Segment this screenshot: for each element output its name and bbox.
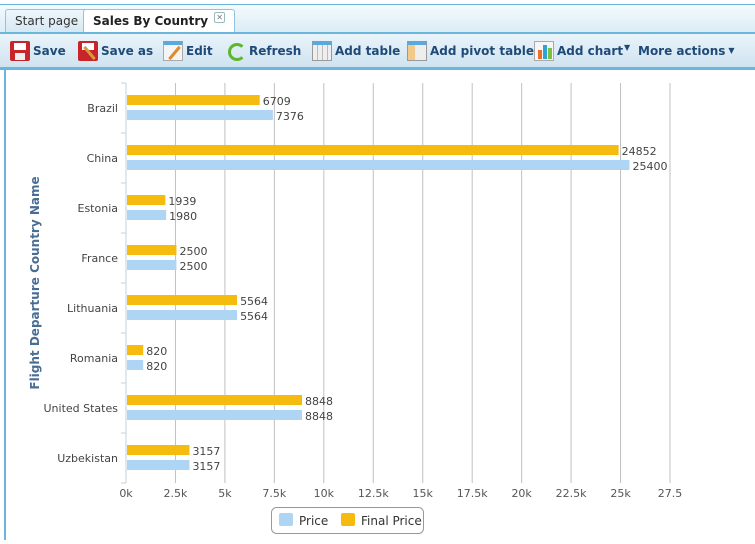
category-label: United States — [44, 402, 119, 415]
data-label: 1980 — [169, 210, 197, 223]
table-icon — [312, 41, 332, 61]
bar-final-price — [127, 245, 177, 255]
x-tick-label: 7.5k — [262, 487, 286, 500]
tab-label: Sales By Country — [93, 14, 209, 28]
x-tick-label: 5k — [218, 487, 232, 500]
save-as-button[interactable]: Save as — [78, 41, 153, 61]
save-as-label: Save as — [101, 44, 154, 58]
bar-price — [127, 360, 144, 370]
chart-panel: Flight Departure Country Name 0k 2.5k 5k 7.… — [4, 68, 755, 540]
add-table-label: Add table — [335, 44, 401, 58]
bar-final-price — [127, 445, 190, 455]
bar-price — [127, 160, 630, 170]
x-tick-label: 22.5k — [556, 487, 587, 500]
refresh-label: Refresh — [249, 44, 302, 58]
category-label: Uzbekistan — [57, 452, 118, 465]
category-label: Brazil — [87, 102, 118, 115]
save-label: Save — [33, 44, 66, 58]
data-label: 5564 — [240, 295, 268, 308]
toolbar: Save Save as Edit Refresh Add table Add … — [0, 32, 755, 70]
bar-final-price — [127, 295, 238, 305]
data-label: 2500 — [179, 245, 207, 258]
x-tick-label: 15k — [413, 487, 434, 500]
x-tick-label: 27.5 — [658, 487, 683, 500]
category-label: China — [87, 152, 118, 165]
tab-sales-by-country[interactable]: Sales By Country ✕ — [83, 9, 236, 33]
data-label: 820 — [146, 360, 167, 373]
y-axis-title: Flight Departure Country Name — [28, 176, 42, 389]
bar-final-price — [127, 395, 303, 405]
data-label: 8848 — [305, 410, 333, 423]
data-label: 6709 — [263, 95, 291, 108]
bar-final-price — [127, 195, 166, 205]
edit-button[interactable]: Edit — [163, 41, 213, 61]
category-label: Estonia — [78, 202, 119, 215]
x-tick-label: 12.5k — [358, 487, 389, 500]
tab-label: Start page — [15, 14, 79, 28]
bar-price — [127, 260, 177, 270]
bar-price — [127, 460, 190, 470]
legend-swatch — [341, 513, 355, 526]
dropdown-arrow-icon[interactable]: ▼ — [624, 38, 630, 58]
add-pivot-table-button[interactable]: Add pivot table — [407, 41, 534, 61]
save-button[interactable]: Save — [10, 41, 66, 61]
more-actions-button[interactable]: More actions ▼ — [638, 41, 735, 61]
category-label: France — [81, 252, 118, 265]
refresh-button[interactable]: Refresh — [226, 41, 301, 61]
data-label: 25400 — [632, 160, 667, 173]
category-label: Romania — [70, 352, 118, 365]
tab-start-page[interactable]: Start page — [5, 9, 89, 32]
bar-final-price — [127, 345, 144, 355]
more-actions-label: More actions — [638, 44, 726, 58]
legend-item: Price — [299, 514, 328, 528]
data-label: 2500 — [179, 260, 207, 273]
data-label: 24852 — [622, 145, 657, 158]
edit-table-icon — [163, 41, 183, 61]
bar-final-price — [127, 95, 260, 105]
bar-price — [127, 110, 273, 120]
bar-price — [127, 410, 303, 420]
data-label: 3157 — [192, 460, 220, 473]
pivot-table-icon — [407, 41, 427, 61]
save-as-icon — [78, 41, 98, 61]
category-label: Lithuania — [67, 302, 118, 315]
bar-chart-icon — [534, 41, 554, 61]
caret-down-icon: ▼ — [728, 46, 735, 55]
data-label: 3157 — [192, 445, 220, 458]
x-tick-label: 17.5k — [457, 487, 488, 500]
x-tick-label: 20k — [511, 487, 532, 500]
x-tick-label: 0k — [119, 487, 133, 500]
x-tick-label: 2.5k — [164, 487, 188, 500]
bar-chart: Flight Departure Country Name 0k 2.5k 5k 7.… — [28, 82, 683, 534]
refresh-icon — [226, 41, 246, 61]
data-label: 5564 — [240, 310, 268, 323]
data-label: 8848 — [305, 395, 333, 408]
data-label: 820 — [146, 345, 167, 358]
data-label: 7376 — [276, 110, 304, 123]
legend-swatch — [279, 513, 293, 526]
data-label: 1939 — [168, 195, 196, 208]
bar-price — [127, 310, 238, 320]
edit-label: Edit — [186, 44, 213, 58]
bar-final-price — [127, 145, 619, 155]
add-chart-button[interactable]: Add chart — [534, 41, 623, 61]
legend-item: Final Price — [361, 514, 422, 528]
x-tick-label: 10k — [314, 487, 335, 500]
add-pivot-table-label: Add pivot table — [430, 44, 535, 58]
close-icon[interactable]: ✕ — [214, 12, 226, 23]
tab-bar: Start page Sales By Country ✕ — [0, 4, 755, 33]
bar-price — [127, 210, 167, 220]
add-chart-label: Add chart — [557, 44, 624, 58]
add-table-button[interactable]: Add table — [312, 41, 400, 61]
floppy-disk-icon — [10, 41, 30, 61]
x-tick-label: 25k — [610, 487, 631, 500]
